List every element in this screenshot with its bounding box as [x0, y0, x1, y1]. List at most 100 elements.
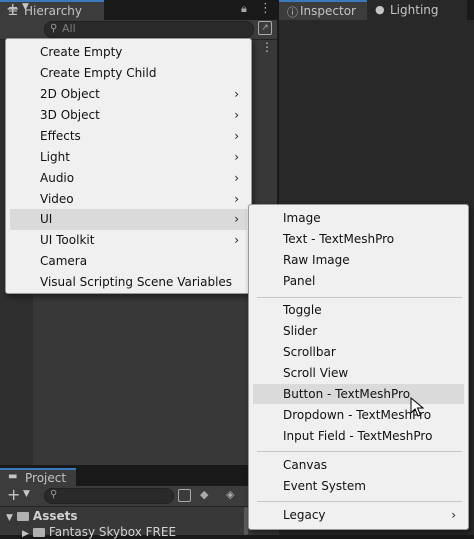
menu-item-label: Text - TextMeshPro: [283, 232, 395, 246]
tab-lighting[interactable]: ● Lighting: [367, 0, 467, 20]
menu-item-label: Effects: [40, 129, 81, 143]
menu-item-label: Light: [40, 150, 70, 164]
chevron-right-icon: ›: [234, 192, 239, 206]
menu-item-label: Visual Scripting Scene Variables: [40, 275, 233, 289]
search-by-type-icon[interactable]: [178, 489, 191, 502]
menu-item-dropdown-textmeshpro[interactable]: Dropdown - TextMeshPro: [253, 405, 464, 425]
info-icon: ⓘ: [287, 6, 298, 19]
menu-item-effects[interactable]: Effects ›: [10, 126, 247, 146]
folder-icon: [16, 512, 29, 521]
chevron-right-icon: ›: [234, 212, 239, 226]
search-icon: ⚲: [50, 489, 58, 500]
menu-item-label: Create Empty Child: [40, 66, 157, 80]
menu-item-ui-toolkit[interactable]: UI Toolkit ›: [10, 230, 247, 250]
menu-item-3d-object[interactable]: 3D Object ›: [10, 105, 247, 125]
menu-item-label: Camera: [40, 254, 88, 268]
menu-item-2d-object[interactable]: 2D Object ›: [10, 84, 247, 104]
menu-item-label: Dropdown - TextMeshPro: [283, 408, 432, 422]
mouse-pointer-icon: [410, 397, 424, 417]
menu-item-label: Panel: [283, 274, 316, 288]
chevron-right-icon: ›: [451, 508, 456, 522]
menu-item-label: Audio: [40, 171, 75, 185]
menu-item-raw-image[interactable]: Raw Image: [253, 250, 464, 270]
tab-inspector[interactable]: ⓘ Inspector: [279, 0, 367, 20]
menu-item-label: Event System: [283, 479, 366, 493]
menu-item-light[interactable]: Light ›: [10, 147, 247, 167]
menu-item-ui[interactable]: UI ›: [10, 209, 247, 230]
tree-item-assets[interactable]: ▼ Assets: [6, 509, 78, 523]
menu-item-label: Scroll View: [283, 366, 349, 380]
scene-visibility-icon[interactable]: ↗: [258, 21, 272, 35]
menu-item-label: 2D Object: [40, 87, 100, 101]
menu-item-scroll-view[interactable]: Scroll View: [253, 363, 464, 383]
menu-separator: [257, 451, 462, 452]
tab-project[interactable]: ▬ Project: [0, 468, 76, 486]
menu-item-button-textmeshpro[interactable]: Button - TextMeshPro: [253, 384, 464, 404]
menu-item-label: UI Toolkit: [40, 233, 95, 247]
lighting-tab-label: Lighting: [390, 3, 439, 17]
menu-item-label: Image: [283, 211, 321, 225]
menu-separator: [257, 297, 462, 298]
filter-icon[interactable]: ◆: [200, 488, 208, 501]
ui-submenu: Image Text - TextMeshPro Raw Image Panel…: [248, 204, 469, 530]
menu-item-label: Scrollbar: [283, 345, 336, 359]
plus-icon[interactable]: +: [6, 0, 19, 18]
menu-item-label: Create Empty: [40, 45, 123, 59]
tree-item-label: Assets: [32, 509, 78, 523]
menu-item-create-empty-child[interactable]: Create Empty Child: [10, 63, 247, 83]
menu-item-visual-scripting-scene-variables[interactable]: Visual Scripting Scene Variables: [10, 272, 247, 292]
menu-item-label: Input Field - TextMeshPro: [283, 429, 433, 443]
tree-item-label: Fantasy Skybox FREE: [48, 525, 177, 539]
menu-item-audio[interactable]: Audio ›: [10, 168, 247, 188]
kebab-menu-icon[interactable]: ⋮: [259, 1, 272, 16]
menu-item-label: Slider: [283, 324, 318, 338]
menu-item-toggle[interactable]: Toggle: [253, 300, 464, 320]
inspector-tab-label: Inspector: [300, 4, 356, 18]
project-search-input[interactable]: ⚲: [44, 488, 174, 504]
folder-icon: ▬: [8, 471, 18, 482]
caret-right-icon[interactable]: ▶: [22, 529, 29, 539]
chevron-right-icon: ›: [234, 108, 239, 122]
chevron-right-icon: ›: [234, 87, 239, 101]
menu-item-label: Button - TextMeshPro: [283, 387, 411, 401]
menu-item-event-system[interactable]: Event System: [253, 476, 464, 496]
row-options-icon[interactable]: ⋮: [261, 40, 273, 54]
search-placeholder: All: [62, 22, 76, 35]
hierarchy-tab-label: Hierarchy: [24, 4, 83, 18]
menu-item-camera[interactable]: Camera: [10, 251, 247, 271]
menu-item-label: Video: [40, 192, 74, 206]
menu-item-text-textmeshpro[interactable]: Text - TextMeshPro: [253, 229, 464, 249]
menu-item-scrollbar[interactable]: Scrollbar: [253, 342, 464, 362]
menu-item-create-empty[interactable]: Create Empty: [10, 42, 247, 62]
create-menu: Create Empty Create Empty Child 2D Objec…: [5, 38, 252, 294]
menu-item-legacy[interactable]: Legacy ›: [253, 505, 464, 525]
search-icon: ⚲: [50, 23, 58, 34]
chevron-down-icon[interactable]: ▼: [22, 2, 29, 12]
label-icon[interactable]: ◈: [226, 488, 234, 501]
plus-icon[interactable]: +: [7, 485, 20, 504]
menu-item-slider[interactable]: Slider: [253, 321, 464, 341]
menu-item-video[interactable]: Video ›: [10, 189, 247, 209]
folder-icon: [32, 528, 45, 537]
tree-item-fantasy-skybox[interactable]: ▶ Fantasy Skybox FREE: [22, 525, 176, 539]
lock-icon[interactable]: 🔒︎: [241, 2, 247, 16]
menu-item-label: Canvas: [283, 458, 328, 472]
menu-item-panel[interactable]: Panel: [253, 271, 464, 291]
menu-item-label: Raw Image: [283, 253, 350, 267]
chevron-right-icon: ›: [234, 233, 239, 247]
chevron-right-icon: ›: [234, 150, 239, 164]
lightbulb-icon: ●: [375, 3, 385, 16]
menu-item-label: UI: [40, 212, 53, 226]
menu-item-canvas[interactable]: Canvas: [253, 455, 464, 475]
caret-down-icon[interactable]: ▼: [6, 513, 13, 523]
menu-item-image[interactable]: Image: [253, 208, 464, 228]
menu-item-label: 3D Object: [40, 108, 100, 122]
menu-item-label: Legacy: [283, 508, 326, 522]
menu-item-input-field-textmeshpro[interactable]: Input Field - TextMeshPro: [253, 426, 464, 446]
project-tab-label: Project: [25, 471, 67, 485]
hierarchy-search-input[interactable]: ⚲ All: [44, 21, 254, 38]
menu-separator: [257, 501, 462, 502]
menu-item-label: Toggle: [283, 303, 322, 317]
chevron-right-icon: ›: [234, 171, 239, 185]
chevron-down-icon[interactable]: ▼: [23, 489, 30, 499]
